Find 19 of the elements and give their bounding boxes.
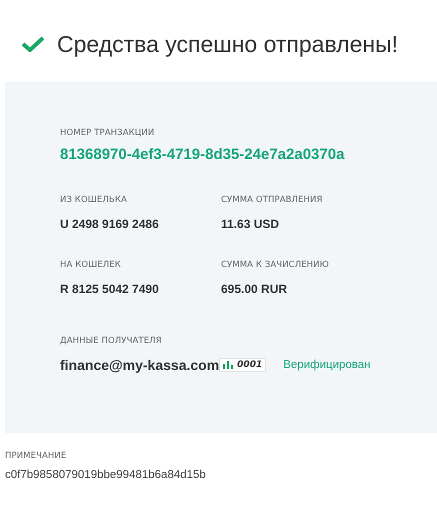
- bar-chart-icon: [223, 361, 234, 369]
- note-label: ПРИМЕЧАНИЕ: [5, 451, 68, 461]
- field-value: U 2498 9169 2486: [60, 217, 160, 231]
- field-value: R 8125 5042 7490: [60, 282, 160, 296]
- check-icon: [22, 36, 44, 52]
- field-value: 695.00 RUR: [221, 282, 288, 296]
- note-value: c0f7b9858079019bbe99481b6a84d15b: [5, 469, 207, 481]
- field-label: ДАННЫЕ ПОЛУЧАТЕЛЯ: [60, 336, 163, 346]
- field-label: НА КОШЕЛЕК: [60, 260, 122, 270]
- field-label: СУММА ОТПРАВЛЕНИЯ: [221, 195, 324, 205]
- field-label: СУММА К ЗАЧИСЛЕНИЮ: [221, 260, 330, 270]
- page-title: Средства успешно отправлены!: [57, 30, 398, 58]
- transaction-id: 81368970-4ef3-4719-8d35-24e7a2a0370a: [60, 146, 346, 163]
- recipient-email: finance@my-kassa.com: [60, 357, 220, 373]
- badge-number: 0001: [237, 360, 262, 370]
- field-label: НОМЕР ТРАНЗАКЦИИ: [60, 128, 156, 138]
- field-value: 11.63 USD: [221, 217, 280, 231]
- verified-status: Верифицирован: [283, 359, 371, 371]
- field-label: ИЗ КОШЕЛЬКА: [60, 195, 128, 205]
